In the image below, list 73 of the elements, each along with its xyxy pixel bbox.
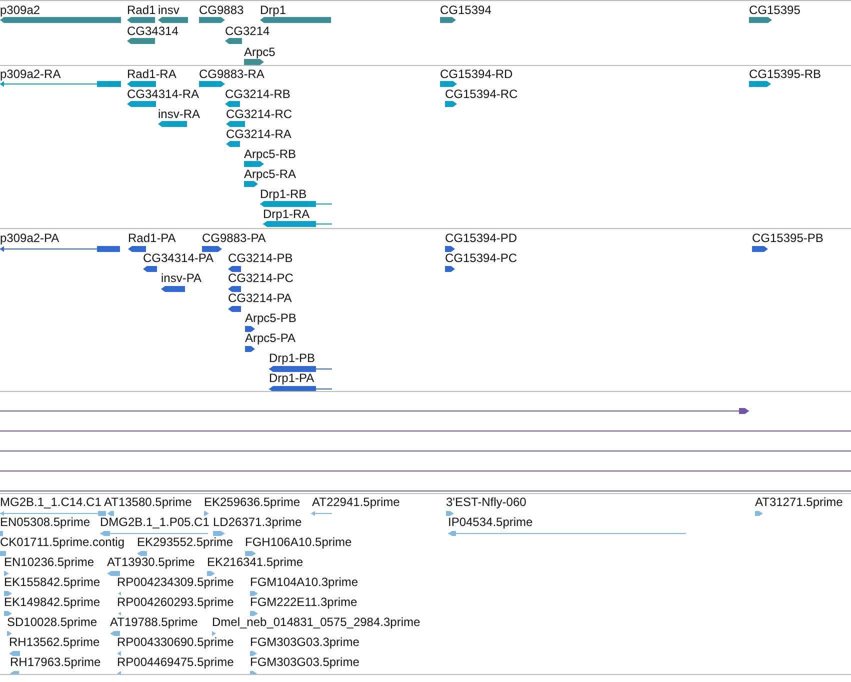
feature-label: FGM303G03.3prime — [250, 635, 360, 649]
feature-label: EK293552.5prime — [137, 535, 234, 549]
feature-label: EK155842.5prime — [4, 575, 100, 589]
feature-label: EN05308.5prime — [0, 515, 90, 529]
feature-label: CG15394-PD — [445, 231, 518, 245]
feature-glyph — [0, 551, 6, 556]
feature-label: SD10028.5prime — [7, 615, 98, 629]
feature-label: EK216341.5prime — [207, 555, 304, 569]
feature-label: Dmel_neb_014831_0575_2984.3prime — [212, 615, 420, 629]
feature-label: CG34314-PA — [143, 251, 214, 265]
feature-label: p309a2-RA — [0, 67, 61, 81]
feature-label: p309a2 — [0, 3, 40, 17]
feature-label: RP004260293.5prime — [117, 595, 234, 609]
feature-label: insv-PA — [161, 271, 202, 285]
feature-label: CG9883 — [199, 3, 244, 17]
feature-label: insv — [158, 3, 180, 17]
feature-label: Drp1-RB — [260, 187, 307, 201]
feature-label: 3'EST-Nfly-060 — [446, 495, 526, 509]
feature-label: RH13562.5prime — [9, 635, 100, 649]
feature-label: insv-RA — [158, 107, 200, 121]
feature-label: LD26371.3prime — [213, 515, 302, 529]
feature-label: Arpc5-RA — [244, 167, 296, 181]
feature-label: Rad1-RA — [127, 67, 176, 81]
feature-label: CG15395-PB — [752, 231, 824, 245]
feature-label: Drp1-PB — [269, 351, 316, 365]
feature-label: CG3214-PA — [228, 291, 292, 305]
feature-label: CG15394-PC — [445, 251, 518, 265]
feature-label: Drp1 — [260, 3, 286, 17]
feature-label: AT22941.5prime — [312, 495, 400, 509]
feature-label: CG3214-PB — [228, 251, 293, 265]
feature-label: Drp1-RA — [263, 207, 310, 221]
feature-label: EK259636.5prime — [204, 495, 300, 509]
feature-label: MG2B.1_1.C14.C1 — [0, 495, 102, 509]
feature-label: Arpc5-PA — [245, 331, 296, 345]
feature-label: CG15394 — [440, 3, 492, 17]
feature-label: Arpc5 — [244, 45, 276, 59]
feature-label: CG3214-RA — [226, 127, 292, 141]
feature-label: RP004469475.5prime — [117, 655, 234, 669]
feature-label: CG15394-RD — [440, 67, 513, 81]
feature-label: Rad1 — [127, 3, 156, 17]
feature-label: CG3214-RB — [225, 87, 290, 101]
feature-label: AT13930.5prime — [107, 555, 195, 569]
feature-label: Arpc5-PB — [245, 311, 296, 325]
feature-label: DMG2B.1_1.P05.C1 — [100, 515, 210, 529]
feature-label: CG9883-RA — [199, 67, 264, 81]
feature-label: CG15395 — [749, 3, 800, 17]
feature-label: CG3214-RC — [226, 107, 292, 121]
feature-label: AT13580.5prime — [104, 495, 192, 509]
feature-label: FGM222E11.3prime — [250, 595, 358, 609]
feature-glyph — [0, 531, 3, 536]
feature-label: CG3214-PC — [228, 271, 294, 285]
feature-label: RH17963.5prime — [10, 655, 101, 669]
feature-label: CK01711.5prime.contig — [0, 535, 125, 549]
feature-label: FGM104A10.3prime — [250, 575, 358, 589]
feature-label: CG34314-RA — [127, 87, 200, 101]
feature-label: FGH106A10.5prime — [245, 535, 352, 549]
feature-label: Arpc5-RB — [244, 147, 296, 161]
feature-label: EN10236.5prime — [4, 555, 94, 569]
feature-label: EK149842.5prime — [4, 595, 100, 609]
feature-label: CG34314 — [127, 24, 178, 38]
feature-label: IP04534.5prime — [448, 515, 533, 529]
feature-label: RP004330690.5prime — [117, 635, 234, 649]
feature-label: AT31271.5prime — [755, 495, 843, 509]
feature-label: CG3214 — [225, 24, 270, 38]
feature-label: p309a2-PA — [0, 231, 60, 245]
feature-label: CG15395-RB — [749, 67, 822, 81]
feature-label: CG9883-PA — [202, 231, 266, 245]
feature-label: RP004234309.5prime — [117, 575, 234, 589]
feature-label: Rad1-PA — [128, 231, 176, 245]
feature-label: Drp1-PA — [269, 371, 314, 385]
feature-label: FGM303G03.5prime — [250, 655, 360, 669]
feature-label: AT19788.5prime — [110, 615, 198, 629]
feature-label: CG15394-RC — [445, 87, 518, 101]
